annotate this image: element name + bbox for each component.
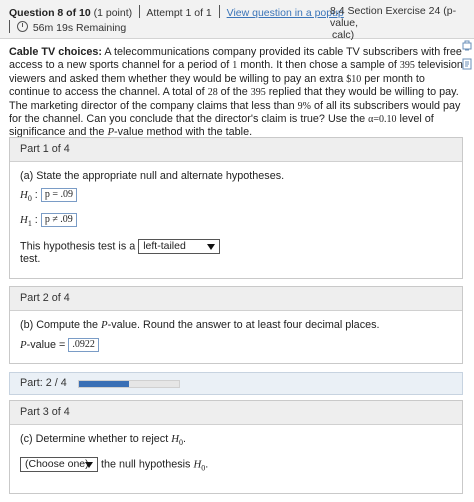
progress-strip: Part: 2 / 4 xyxy=(9,372,463,395)
test-type-select[interactable]: left-tailed xyxy=(138,239,221,254)
reject-decision-value: (Choose one) xyxy=(25,458,89,470)
clock-icon xyxy=(16,21,28,32)
part2-panel: Part 2 of 4 (b) Compute the P-value. Rou… xyxy=(9,286,463,364)
divider xyxy=(218,5,220,18)
points-label: (1 point) xyxy=(93,7,133,19)
attempt-label: Attempt 1 of 1 xyxy=(146,7,212,19)
part1-heading: Part 1 of 4 xyxy=(10,138,462,162)
test-type-row: This hypothesis test is a left-tailed xyxy=(20,239,221,254)
question-meta: Question 8 of 10 (1 point) Attempt 1 of … xyxy=(9,5,344,35)
problem-number: α=0.10 xyxy=(368,114,397,126)
progress-label: Part: 2 / 4 xyxy=(20,377,67,389)
problem-title: Cable TV choices: xyxy=(9,46,103,58)
part2-instruction: (b) Compute the P-value. Round the answe… xyxy=(20,319,380,332)
progress-bar-fill xyxy=(79,381,129,387)
part2-text: (b) Compute the xyxy=(20,319,102,331)
h1-answer-field[interactable]: p ≠ .09 xyxy=(40,213,77,227)
test-type-prefix: This hypothesis test is a xyxy=(20,240,136,253)
section-title-line2: calc) xyxy=(332,29,355,41)
h0-symbol: H xyxy=(20,188,28,201)
part3-text: (c) Determine whether to reject xyxy=(20,433,172,445)
time-remaining: 56m 19s Remaining xyxy=(32,22,127,34)
problem-number: 9% xyxy=(297,100,311,112)
pvalue-answer-field[interactable]: .0922 xyxy=(68,338,99,352)
reject-row: (Choose one) the null hypothesis H0. xyxy=(20,457,208,475)
pvalue-row: P-value = .0922 xyxy=(20,338,99,352)
part3-instruction: (c) Determine whether to reject H0. xyxy=(20,433,186,449)
problem-text: of the xyxy=(217,86,251,99)
problem-number: 28 xyxy=(207,87,218,99)
problem-number: 395 xyxy=(399,60,415,72)
part3-text: . xyxy=(183,433,187,445)
h0-answer-field[interactable]: p = .09 xyxy=(40,188,77,202)
part3-heading: Part 3 of 4 xyxy=(10,401,462,425)
problem-number: $10 xyxy=(346,73,362,85)
problem-number: 395 xyxy=(250,87,266,99)
test-type-suffix: test. xyxy=(20,253,41,265)
h1-symbol: H xyxy=(20,213,28,226)
reject-suffix: . xyxy=(205,458,209,471)
question-label: Question 8 of 10 xyxy=(9,7,91,19)
divider xyxy=(9,20,10,33)
problem-statement: Cable TV choices: A telecommunications c… xyxy=(9,46,464,140)
chevron-down-icon xyxy=(85,462,93,468)
chevron-down-icon xyxy=(207,244,216,250)
reject-suffix: the null hypothesis xyxy=(101,458,194,471)
h0-subscript: 0 xyxy=(27,194,32,204)
section-title: 8.4 Section Exercise 24 (p-value, calc) xyxy=(330,5,470,41)
test-type-value: left-tailed xyxy=(143,240,186,252)
reject-decision-select[interactable]: (Choose one) xyxy=(20,457,98,472)
question-header: Question 8 of 10 (1 point) Attempt 1 of … xyxy=(0,0,474,41)
divider xyxy=(139,5,141,18)
popup-link[interactable]: View question in a popup xyxy=(227,7,344,19)
part1-panel: Part 1 of 4 (a) State the appropriate nu… xyxy=(9,137,463,279)
part1-instruction: (a) State the appropriate null and alter… xyxy=(20,170,285,182)
section-title-line1: 8.4 Section Exercise 24 (p-value, xyxy=(330,5,457,29)
p-symbol: P xyxy=(101,319,108,331)
h1-row: H1 : p ≠ .09 xyxy=(20,213,77,230)
h0-symbol: H xyxy=(171,433,180,445)
pvalue-label: -value xyxy=(26,338,57,351)
problem-text: month. It then chose a sample of xyxy=(237,59,400,72)
p-symbol: P xyxy=(20,338,27,351)
h1-subscript: 1 xyxy=(27,219,32,229)
part2-text: -value. Round the answer to at least fou… xyxy=(107,319,380,331)
part2-heading: Part 2 of 4 xyxy=(10,287,462,311)
progress-bar xyxy=(78,380,180,388)
h0-row: H0 : p = .09 xyxy=(20,188,77,205)
part3-panel: Part 3 of 4 (c) Determine whether to rej… xyxy=(9,400,463,494)
